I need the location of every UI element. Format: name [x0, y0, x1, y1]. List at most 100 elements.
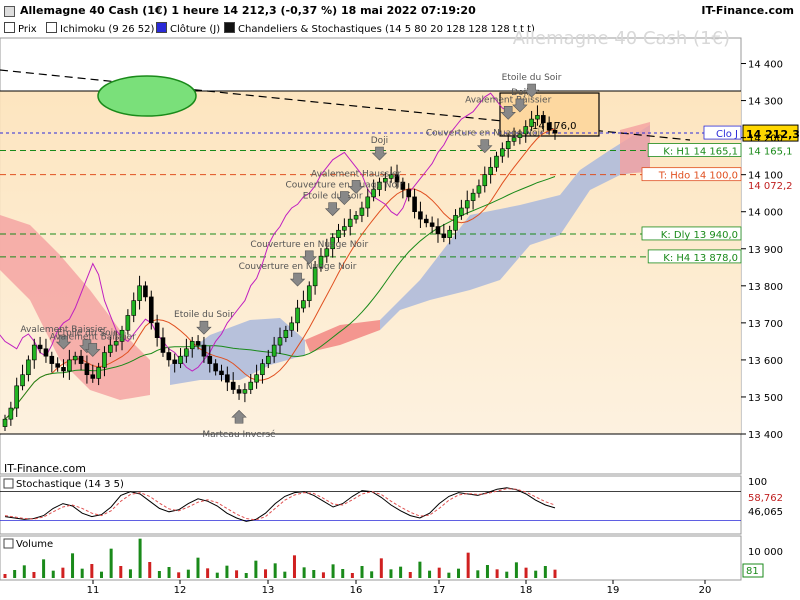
- volume-value-label: 81: [746, 566, 759, 577]
- volume-bar: [90, 564, 94, 578]
- volume-bar: [42, 559, 46, 578]
- candle-body: [488, 166, 493, 175]
- ref-level-label: K: H4 13 878,0: [663, 253, 738, 264]
- candle-body: [406, 189, 412, 198]
- candle-body: [470, 192, 476, 201]
- pattern-label: Couverture en Nuage Noir: [426, 129, 544, 139]
- x-tick-label: 17: [433, 585, 446, 596]
- volume-bar: [51, 570, 55, 578]
- pattern-label: Avalement Baissier: [50, 332, 137, 342]
- candle-body: [137, 285, 142, 301]
- volume-bar: [244, 573, 248, 578]
- volume-bar: [177, 572, 181, 578]
- candle-body: [172, 359, 177, 364]
- candle-body: [482, 174, 488, 187]
- candle-body: [20, 374, 25, 387]
- candle-body: [242, 389, 248, 394]
- volume-bar: [148, 562, 152, 578]
- candle-body: [464, 200, 470, 209]
- candle-body: [8, 407, 14, 420]
- volume-bar: [312, 570, 316, 578]
- candle-body: [201, 344, 207, 357]
- candle-body: [131, 300, 137, 316]
- candle-body: [347, 218, 353, 227]
- pattern-label: Avalement Haussier: [311, 169, 401, 179]
- volume-bar: [418, 561, 422, 578]
- candle-body: [418, 211, 423, 220]
- ichimoku-cloud-bearish-3: [620, 122, 650, 174]
- volume-bar: [167, 567, 171, 578]
- side-price-label: 14 072,2: [748, 181, 793, 192]
- volume-bar: [437, 567, 441, 578]
- ref-level-label: T: Hdo 14 100,0: [658, 171, 738, 182]
- candle-body: [178, 355, 183, 364]
- candle-body: [494, 155, 499, 168]
- volume-bar: [22, 565, 26, 578]
- chart-svg: Allemagne 40 Cash (1€) Clo J K: H1 14 165…: [0, 28, 800, 596]
- footer-brand: IT-Finance.com: [4, 462, 86, 475]
- x-tick-label: 20: [699, 585, 712, 596]
- volume-bar: [273, 563, 277, 578]
- volume-bar: [61, 567, 65, 578]
- volume-bar: [534, 570, 538, 578]
- candle-body: [108, 344, 113, 353]
- x-tick-label: 19: [607, 585, 620, 596]
- candle-body: [265, 355, 271, 364]
- y-tick-label: 13 500: [748, 393, 783, 404]
- candle-body: [166, 352, 172, 361]
- candle-body: [412, 196, 417, 213]
- volume-bar: [215, 572, 219, 578]
- y-tick-label: 13 700: [748, 319, 783, 330]
- target-ellipse: [97, 75, 197, 117]
- volume-bar: [408, 572, 412, 578]
- volume-bar: [71, 553, 75, 578]
- pattern-label: Couverture en Nuage Noir: [239, 262, 357, 272]
- volume-bar: [32, 572, 36, 578]
- side-price-label: 14 165,1: [748, 147, 793, 158]
- x-axis: 11 12 13 16 17 18 19 20: [87, 580, 712, 596]
- stoch-icon: [3, 478, 14, 489]
- volume-bar: [485, 565, 489, 578]
- watermark: Allemagne 40 Cash (1€): [513, 28, 730, 49]
- candle-body: [301, 300, 306, 309]
- candle-body: [260, 363, 265, 376]
- candle-body: [505, 141, 511, 150]
- pattern-label: Etoile du Soir: [502, 73, 562, 83]
- price-y-axis: 13 400 13 500 13 600 13 700 13 800 13 900 14 0…: [741, 60, 783, 441]
- candle-body: [459, 207, 464, 216]
- volume-bar: [138, 538, 142, 578]
- candle-body: [55, 363, 60, 368]
- ref-level-label: Clo J: [716, 129, 738, 140]
- volume-title: Volume: [16, 539, 53, 550]
- x-tick-label: 11: [87, 585, 100, 596]
- candle-body: [289, 322, 295, 331]
- y-tick-label: 14 200: [748, 134, 783, 145]
- candle-body: [195, 341, 201, 346]
- volume-bar: [495, 569, 499, 578]
- candle-body: [143, 285, 148, 298]
- x-tick-label: 18: [520, 585, 533, 596]
- volume-bar: [350, 573, 354, 578]
- stoch-value-label: 58,762: [748, 493, 783, 504]
- volume-bar: [3, 574, 7, 578]
- volume-bar: [225, 565, 229, 578]
- volume-bar: [80, 568, 84, 578]
- candle-body: [14, 385, 20, 409]
- candle-body: [429, 222, 435, 227]
- candle-body: [160, 337, 166, 353]
- candle-body: [447, 229, 452, 238]
- volume-bar: [360, 566, 364, 578]
- pattern-label: Doji: [371, 136, 388, 146]
- pattern-label: Avalement Baissier: [465, 95, 552, 105]
- candle-body: [371, 189, 376, 198]
- x-tick-label: 12: [174, 585, 187, 596]
- candle-body: [441, 233, 447, 238]
- candle-body: [67, 359, 72, 372]
- volume-bar: [99, 571, 103, 578]
- candle-body: [500, 148, 505, 157]
- candle-body: [213, 363, 218, 372]
- candle-body: [207, 355, 213, 364]
- candle-body: [236, 389, 242, 394]
- volume-bar: [157, 571, 161, 578]
- candle-body: [225, 374, 230, 383]
